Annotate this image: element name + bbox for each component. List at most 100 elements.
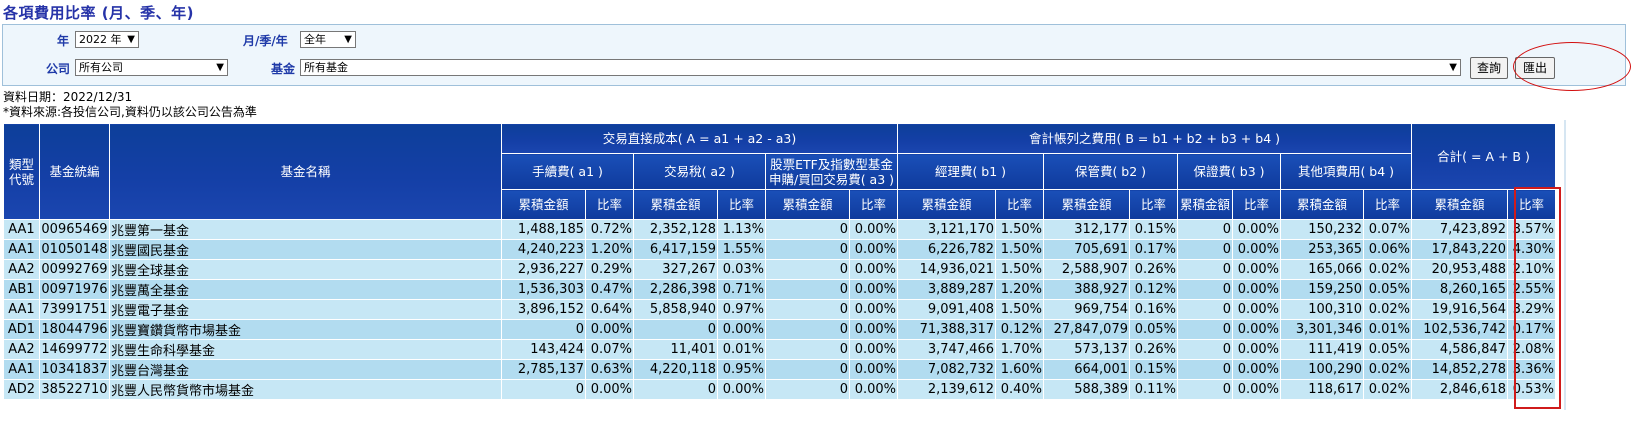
b2-amount-cell: 388,927: [1043, 279, 1130, 300]
total-rate-cell: 0.17%: [1507, 319, 1556, 340]
year-select[interactable]: 2022 年 ▼: [75, 31, 139, 48]
b2-rate-cell: 0.26%: [1129, 259, 1178, 280]
header-rate: 比率: [1507, 189, 1556, 220]
fund-name-cell: 兆豐寶鑽貨幣市場基金: [109, 319, 502, 340]
company-select[interactable]: 所有公司 ▼: [75, 59, 228, 76]
b2-amount-cell: 2,588,907: [1043, 259, 1130, 280]
b2-rate-cell: 0.16%: [1129, 299, 1178, 320]
type-code-cell: AD2: [3, 379, 40, 400]
fund-code-cell: 18044796: [39, 319, 110, 340]
header-amount: 累積金額: [765, 189, 850, 220]
year-select-value: 2022 年: [79, 33, 122, 46]
a1-amount-cell: 1,488,185: [501, 219, 586, 240]
a3-amount-cell: 0: [765, 219, 850, 240]
b3-rate-cell: 0.00%: [1232, 219, 1281, 240]
a3-amount-cell: 0: [765, 239, 850, 260]
a2-rate-cell: 0.95%: [717, 359, 766, 380]
total-amount-cell: 14,852,278: [1411, 359, 1508, 380]
b3-amount-cell: 0: [1177, 299, 1233, 320]
fund-code-cell: 14699772: [39, 339, 110, 360]
b3-rate-cell: 0.00%: [1232, 359, 1281, 380]
type-code-cell: AA1: [3, 299, 40, 320]
b1-amount-cell: 71,388,317: [897, 319, 996, 340]
b1-amount-cell: 7,082,732: [897, 359, 996, 380]
header-b2: 保管費( b2 ): [1043, 153, 1178, 190]
b3-amount-cell: 0: [1177, 339, 1233, 360]
total-amount-cell: 8,260,165: [1411, 279, 1508, 300]
b2-rate-cell: 0.26%: [1129, 339, 1178, 360]
chevron-down-icon: ▼: [1449, 62, 1457, 73]
a2-amount-cell: 6,417,159: [633, 239, 718, 260]
b1-rate-cell: 1.50%: [995, 299, 1044, 320]
type-code-cell: AA2: [3, 259, 40, 280]
fund-name-cell: 兆豐電子基金: [109, 299, 502, 320]
total-rate-cell: 2.08%: [1507, 339, 1556, 360]
header-total: 合計( = A + B ): [1411, 123, 1556, 190]
total-rate-cell: 3.36%: [1507, 359, 1556, 380]
b4-amount-cell: 100,310: [1280, 299, 1364, 320]
b4-amount-cell: 3,301,346: [1280, 319, 1364, 340]
header-rate: 比率: [1363, 189, 1412, 220]
company-select-value: 所有公司: [79, 61, 123, 74]
a3-amount-cell: 0: [765, 259, 850, 280]
header-a1: 手續費( a1 ): [501, 153, 634, 190]
a1-amount-cell: 2,785,137: [501, 359, 586, 380]
company-label: 公司: [46, 62, 71, 76]
b4-rate-cell: 0.02%: [1363, 259, 1412, 280]
chevron-down-icon: ▼: [344, 34, 352, 45]
table-row: AD2 38522710 兆豐人民幣貨幣市場基金 0 0.00% 0 0.00% 0 0.00%…: [3, 379, 1556, 400]
b2-rate-cell: 0.11%: [1129, 379, 1178, 400]
b1-amount-cell: 3,121,170: [897, 219, 996, 240]
a1-rate-cell: 0.07%: [585, 339, 634, 360]
a3-rate-cell: 0.00%: [849, 219, 898, 240]
a2-amount-cell: 327,267: [633, 259, 718, 280]
header-rate: 比率: [849, 189, 898, 220]
b3-amount-cell: 0: [1177, 379, 1233, 400]
a1-amount-cell: 0: [501, 379, 586, 400]
table-row: AD1 18044796 兆豐寶鑽貨幣市場基金 0 0.00% 0 0.00% 0 0.00% 7…: [3, 319, 1556, 340]
fund-code-cell: 00971976: [39, 279, 110, 300]
a3-rate-cell: 0.00%: [849, 239, 898, 260]
a2-amount-cell: 0: [633, 319, 718, 340]
b2-amount-cell: 705,691: [1043, 239, 1130, 260]
b2-rate-cell: 0.15%: [1129, 359, 1178, 380]
b3-rate-cell: 0.00%: [1232, 379, 1281, 400]
fund-code-cell: 00992769: [39, 259, 110, 280]
query-button[interactable]: 查詢: [1470, 57, 1508, 79]
b3-rate-cell: 0.00%: [1232, 299, 1281, 320]
a1-amount-cell: 0: [501, 319, 586, 340]
a2-amount-cell: 2,352,128: [633, 219, 718, 240]
period-select[interactable]: 全年 ▼: [300, 31, 356, 48]
b2-rate-cell: 0.05%: [1129, 319, 1178, 340]
fund-select[interactable]: 所有基金 ▼: [300, 59, 1461, 76]
b4-amount-cell: 253,365: [1280, 239, 1364, 260]
total-amount-cell: 17,843,220: [1411, 239, 1508, 260]
scrollbar-track[interactable]: [1564, 120, 1566, 410]
b4-rate-cell: 0.06%: [1363, 239, 1412, 260]
a2-rate-cell: 1.55%: [717, 239, 766, 260]
b2-amount-cell: 588,389: [1043, 379, 1130, 400]
a2-rate-cell: 0.97%: [717, 299, 766, 320]
b3-rate-cell: 0.00%: [1232, 239, 1281, 260]
b1-amount-cell: 6,226,782: [897, 239, 996, 260]
a3-amount-cell: 0: [765, 299, 850, 320]
a1-rate-cell: 0.63%: [585, 359, 634, 380]
a1-rate-cell: 0.47%: [585, 279, 634, 300]
b3-rate-cell: 0.00%: [1232, 279, 1281, 300]
b4-rate-cell: 0.01%: [1363, 319, 1412, 340]
fund-code-cell: 73991751: [39, 299, 110, 320]
b1-amount-cell: 2,139,612: [897, 379, 996, 400]
type-code-cell: AB1: [3, 279, 40, 300]
b1-amount-cell: 3,747,466: [897, 339, 996, 360]
header-amount: 累積金額: [897, 189, 996, 220]
b1-rate-cell: 1.70%: [995, 339, 1044, 360]
b2-rate-cell: 0.15%: [1129, 219, 1178, 240]
header-rate: 比率: [717, 189, 766, 220]
b2-amount-cell: 573,137: [1043, 339, 1130, 360]
a2-amount-cell: 11,401: [633, 339, 718, 360]
header-amount: 累積金額: [1177, 189, 1233, 220]
a2-amount-cell: 0: [633, 379, 718, 400]
a3-rate-cell: 0.00%: [849, 279, 898, 300]
a1-rate-cell: 0.72%: [585, 219, 634, 240]
b1-rate-cell: 0.40%: [995, 379, 1044, 400]
